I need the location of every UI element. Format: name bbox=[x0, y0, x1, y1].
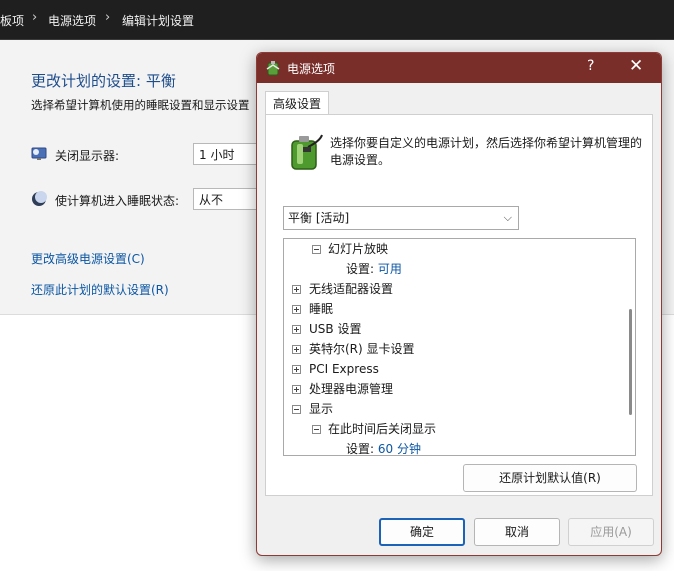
dialog-titlebar[interactable]: 电源选项 ? ✕ bbox=[257, 53, 661, 83]
chevron-down-icon: ⌵ bbox=[503, 211, 512, 224]
breadcrumb-bar: 板项 › 电源选项 › 编辑计划设置 bbox=[0, 0, 674, 40]
collapse-icon[interactable] bbox=[292, 405, 301, 414]
tree-item-slideshow-setting[interactable]: 设置: 可用 bbox=[346, 259, 402, 279]
restore-defaults-link[interactable]: 还原此计划的默认设置(R) bbox=[31, 281, 169, 298]
breadcrumb-item-control-panel[interactable]: 板项 bbox=[0, 12, 24, 29]
sleep-label: 使计算机进入睡眠状态: bbox=[55, 194, 180, 208]
chevron-right-icon: › bbox=[105, 10, 111, 25]
tree-item-turn-off-display-setting[interactable]: 设置: 60 分钟 bbox=[346, 439, 421, 456]
page-subtitle: 选择希望计算机使用的睡眠设置和显示设置 bbox=[31, 98, 250, 112]
chevron-right-icon: › bbox=[32, 10, 38, 25]
tab-advanced-settings[interactable]: 高级设置 bbox=[265, 91, 329, 115]
dialog-description: 选择你要自定义的电源计划，然后选择你希望计算机管理的电源设置。 bbox=[330, 136, 643, 167]
cancel-button[interactable]: 取消 bbox=[474, 518, 560, 546]
plan-select[interactable]: 平衡 [活动] ⌵ bbox=[283, 206, 519, 230]
collapse-icon[interactable] bbox=[312, 425, 321, 434]
page-title: 更改计划的设置: 平衡 bbox=[31, 72, 176, 90]
expand-icon[interactable] bbox=[292, 325, 301, 334]
help-button[interactable]: ? bbox=[587, 58, 594, 74]
battery-icon bbox=[266, 61, 280, 76]
tree-item-label: USB 设置 bbox=[309, 322, 362, 336]
display-off-label: 关闭显示器: bbox=[55, 149, 120, 163]
dialog-title: 电源选项 bbox=[287, 62, 336, 76]
tree-item-label: 设置: bbox=[346, 442, 375, 456]
vertical-scrollbar[interactable] bbox=[629, 309, 632, 415]
setting-value[interactable]: 可用 bbox=[378, 262, 402, 276]
collapse-icon[interactable] bbox=[312, 245, 321, 254]
apply-button[interactable]: 应用(A) bbox=[568, 518, 654, 546]
restore-plan-defaults-button[interactable]: 还原计划默认值(R) bbox=[463, 464, 637, 492]
expand-icon[interactable] bbox=[292, 305, 301, 314]
tree-item-label: 幻灯片放映 bbox=[328, 242, 389, 256]
tree-item-label: 显示 bbox=[309, 402, 334, 416]
plan-select-value: 平衡 [活动] bbox=[288, 211, 350, 225]
expand-icon[interactable] bbox=[292, 365, 301, 374]
tree-item-label: 在此时间后关闭显示 bbox=[328, 422, 437, 436]
power-options-dialog: 电源选项 ? ✕ 高级设置 选择你要自定义的电源计划，然后选择你希望计算机管理的… bbox=[256, 52, 662, 556]
advanced-power-settings-link[interactable]: 更改高级电源设置(C) bbox=[31, 250, 145, 267]
moon-icon bbox=[32, 191, 47, 206]
tree-item-label: PCI Express bbox=[309, 362, 379, 376]
sleep-select[interactable]: 从不 bbox=[193, 188, 263, 210]
battery-plug-icon bbox=[291, 134, 323, 170]
close-button[interactable]: ✕ bbox=[629, 56, 643, 76]
expand-icon[interactable] bbox=[292, 385, 301, 394]
display-off-select[interactable]: 1 小时 bbox=[193, 143, 263, 165]
tree-item-label: 英特尔(R) 显卡设置 bbox=[309, 342, 415, 356]
tree-item-label: 处理器电源管理 bbox=[309, 382, 394, 396]
tree-item-label: 睡眠 bbox=[309, 302, 334, 316]
setting-value[interactable]: 60 分钟 bbox=[378, 442, 421, 455]
monitor-icon bbox=[31, 147, 47, 160]
expand-icon[interactable] bbox=[292, 285, 301, 294]
tree-item-label: 设置: bbox=[346, 262, 375, 276]
ok-button[interactable]: 确定 bbox=[379, 518, 465, 546]
breadcrumb-item-power-options[interactable]: 电源选项 bbox=[48, 12, 96, 29]
power-settings-tree[interactable]: 幻灯片放映 设置: 可用 无线适配器设置 睡眠 USB 设置 英特尔(R) 显卡… bbox=[283, 238, 636, 456]
breadcrumb-item-edit-plan[interactable]: 编辑计划设置 bbox=[122, 12, 194, 29]
advanced-settings-panel: 选择你要自定义的电源计划，然后选择你希望计算机管理的电源设置。 平衡 [活动] … bbox=[265, 114, 653, 496]
expand-icon[interactable] bbox=[292, 345, 301, 354]
tree-item-label: 无线适配器设置 bbox=[309, 282, 394, 296]
